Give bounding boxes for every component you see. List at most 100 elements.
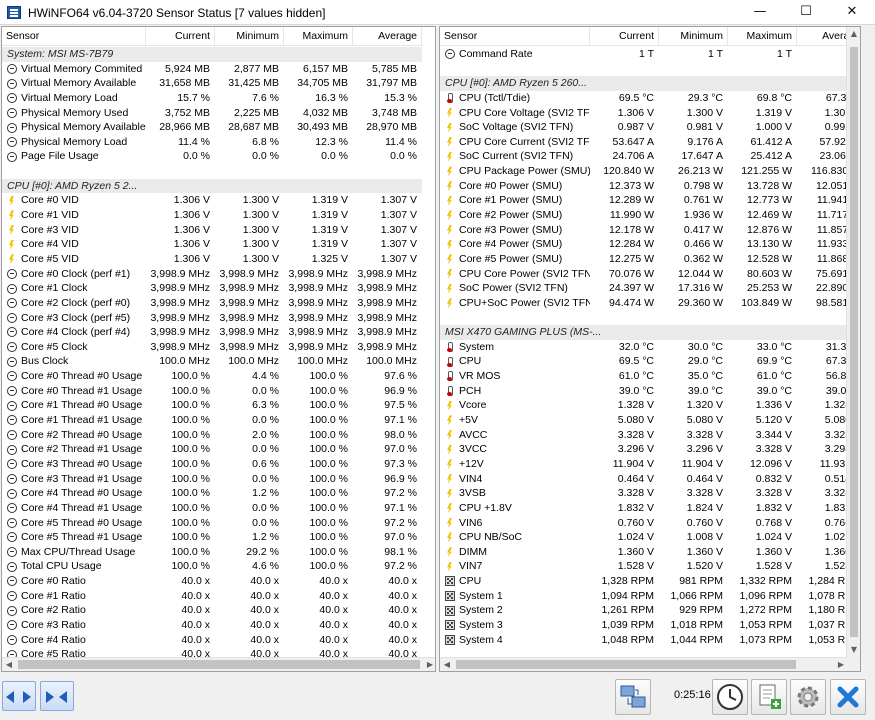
column-header-current[interactable]: Current [590,27,659,46]
sensor-row[interactable]: Core #2 Thread #0 Usage 100.0 % 2.0 % 100.0… [2,428,422,443]
scroll-left-arrow-icon[interactable]: ◀ [2,658,16,671]
settings-button[interactable] [790,679,826,715]
close-button[interactable]: ✕ [829,0,875,25]
sensor-row[interactable]: Core #2 Ratio 40.0 x 40.0 x 40.0 x 40.0 x [2,603,422,618]
sensor-row[interactable]: Core #3 Thread #0 Usage 100.0 % 0.6 % 100.0… [2,457,422,472]
sensor-row[interactable]: CPU Core Voltage (SVI2 TFN) 1.306 V 1.300 … [440,106,860,121]
sensor-row[interactable]: CPU Core Current (SVI2 TFN) 53.647 A 9.176… [440,135,860,150]
sensor-row[interactable]: Physical Memory Used 3,752 MB 2,225 MB 4,03… [2,106,422,121]
sensor-row[interactable]: Core #1 Thread #1 Usage 100.0 % 0.0 % 100.0… [2,413,422,428]
sensor-row[interactable]: Core #1 Clock 3,998.9 MHz 3,998.9 MHz 3,998… [2,281,422,296]
sensor-row[interactable]: Core #3 VID 1.306 V 1.300 V 1.319 V 1.307 V [2,223,422,238]
sensor-row[interactable]: Core #4 Ratio 40.0 x 40.0 x 40.0 x 40.0 x [2,633,422,648]
sensor-row[interactable]: Max CPU/Thread Usage 100.0 % 29.2 % 100.0 %… [2,545,422,560]
sensor-row[interactable]: System 2 1,261 RPM 929 RPM 1,272 RPM 1,180 R… [440,603,860,618]
reset-timer-button[interactable] [712,679,748,715]
sensor-row[interactable]: Physical Memory Load 11.4 % 6.8 % 12.3 % 11.… [2,135,422,150]
sensor-row[interactable]: CPU NB/SoC 1.024 V 1.008 V 1.024 V 1.021 V [440,530,860,545]
sensor-row[interactable]: Core #0 Thread #0 Usage 100.0 % 4.4 % 100.0… [2,369,422,384]
scroll-right-arrow-icon[interactable]: ▶ [834,658,848,671]
scroll-up-arrow-icon[interactable]: ▲ [847,27,860,41]
sensor-row[interactable]: System 1 1,094 RPM 1,066 RPM 1,096 RPM 1,078… [440,589,860,604]
sensor-row[interactable]: Core #5 Clock 3,998.9 MHz 3,998.9 MHz 3,998… [2,340,422,355]
sensor-row[interactable]: Core #2 Power (SMU) 11.990 W 1.936 W 12.469… [440,208,860,223]
sensor-row[interactable]: CPU Core Power (SVI2 TFN) 70.076 W 12.044 … [440,267,860,282]
sensor-row[interactable]: Core #5 VID 1.306 V 1.300 V 1.325 V 1.307 V [2,252,422,267]
sensor-row[interactable]: AVCC 3.328 V 3.328 V 3.344 V 3.328 V [440,428,860,443]
sensor-row[interactable]: Virtual Memory Commited 5,924 MB 2,877 MB 6… [2,62,422,77]
sensor-row[interactable]: Core #5 Thread #1 Usage 100.0 % 1.2 % 100.0… [2,530,422,545]
maximize-button[interactable]: ☐ [783,0,829,25]
sensor-row[interactable]: CPU+SoC Power (SVI2 TFN) 94.474 W 29.360 W… [440,296,860,311]
sensor-row[interactable]: Core #0 Thread #1 Usage 100.0 % 0.0 % 100.0… [2,384,422,399]
sensor-row[interactable]: SoC Current (SVI2 TFN) 24.706 A 17.647 A 25… [440,149,860,164]
right-vertical-scrollbar[interactable]: ▲ ▼ [846,27,860,671]
sensor-row[interactable]: System 4 1,048 RPM 1,044 RPM 1,073 RPM 1,053… [440,633,860,648]
sensor-row[interactable]: System 32.0 °C 30.0 °C 33.0 °C 31.3 °C [440,340,860,355]
sensor-row[interactable]: CPU 69.5 °C 29.0 °C 69.9 °C 67.3 °C [440,354,860,369]
sensor-row[interactable]: Core #3 Clock (perf #5) 3,998.9 MHz 3,998.… [2,311,422,326]
collapse-columns-button[interactable] [40,681,74,711]
sensor-row[interactable]: Core #1 Ratio 40.0 x 40.0 x 40.0 x 40.0 x [2,589,422,604]
right-hscroll-thumb[interactable] [456,660,796,669]
sensor-row[interactable]: CPU Package Power (SMU) 120.840 W 26.213 W… [440,164,860,179]
sensor-row[interactable]: +5V 5.080 V 5.080 V 5.120 V 5.080 V [440,413,860,428]
column-header-current[interactable]: Current [146,27,215,46]
sensor-row[interactable]: Core #3 Power (SMU) 12.178 W 0.417 W 12.876… [440,223,860,238]
sensor-row[interactable]: Core #2 Thread #1 Usage 100.0 % 0.0 % 100.0… [2,442,422,457]
left-sensor-pane[interactable]: Sensor Current Minimum Maximum Average Syste… [1,26,436,672]
sensor-row[interactable]: Virtual Memory Available 31,658 MB 31,425 … [2,76,422,91]
sensor-group-header[interactable]: System: MSI MS-7B79 [2,47,422,62]
sensor-row[interactable]: Core #0 Clock (perf #1) 3,998.9 MHz 3,998.… [2,267,422,282]
column-header-minimum[interactable]: Minimum [659,27,728,46]
sensor-row[interactable]: Command Rate 1 T 1 T 1 T [440,47,860,62]
column-header-maximum[interactable]: Maximum [284,27,353,46]
sensor-row[interactable]: Core #3 Ratio 40.0 x 40.0 x 40.0 x 40.0 x [2,618,422,633]
sensor-row[interactable]: System 3 1,039 RPM 1,018 RPM 1,053 RPM 1,037… [440,618,860,633]
close-sensors-button[interactable] [830,679,866,715]
sensor-row[interactable]: Virtual Memory Load 15.7 % 7.6 % 16.3 % 15.3… [2,91,422,106]
sensor-row[interactable]: PCH 39.0 °C 39.0 °C 39.0 °C 39.0 °C [440,384,860,399]
sensor-row[interactable]: Core #0 Ratio 40.0 x 40.0 x 40.0 x 40.0 x [2,574,422,589]
sensor-row[interactable]: Physical Memory Available 28,966 MB 28,687… [2,120,422,135]
logging-button[interactable] [751,679,787,715]
column-header-maximum[interactable]: Maximum [728,27,797,46]
sensor-row[interactable]: SoC Power (SVI2 TFN) 24.397 W 17.316 W 25.2… [440,281,860,296]
sensor-row[interactable]: Core #0 Power (SMU) 12.373 W 0.798 W 13.728… [440,179,860,194]
sensor-row[interactable]: Core #4 Clock (perf #4) 3,998.9 MHz 3,998.… [2,325,422,340]
scroll-left-arrow-icon[interactable]: ◀ [440,658,454,671]
left-hscroll-thumb[interactable] [18,660,420,669]
sensor-row[interactable]: VIN6 0.760 V 0.760 V 0.768 V 0.766 V [440,516,860,531]
sensor-row[interactable]: CPU +1.8V 1.832 V 1.824 V 1.832 V 1.832 V [440,501,860,516]
scroll-right-arrow-icon[interactable]: ▶ [423,658,435,671]
sensor-row[interactable]: VIN4 0.464 V 0.464 V 0.832 V 0.514 V [440,472,860,487]
sensor-row[interactable]: Core #0 VID 1.306 V 1.300 V 1.319 V 1.307 V [2,193,422,208]
sensor-row[interactable]: Core #4 VID 1.306 V 1.300 V 1.319 V 1.307 V [2,237,422,252]
sensor-row[interactable]: Bus Clock 100.0 MHz 100.0 MHz 100.0 MHz 100.… [2,354,422,369]
sensor-row[interactable]: 3VSB 3.328 V 3.328 V 3.328 V 3.328 V [440,486,860,501]
sensor-row[interactable]: Core #1 VID 1.306 V 1.300 V 1.319 V 1.307 V [2,208,422,223]
sensor-row[interactable]: Core #4 Thread #0 Usage 100.0 % 1.2 % 100.0… [2,486,422,501]
sensor-row[interactable]: Core #2 Clock (perf #0) 3,998.9 MHz 3,998.… [2,296,422,311]
sensor-row[interactable]: Vcore 1.328 V 1.320 V 1.336 V 1.328 V [440,398,860,413]
sensor-row[interactable]: SoC Voltage (SVI2 TFN) 0.987 V 0.981 V 1.00… [440,120,860,135]
sensor-group-header[interactable]: CPU [#0]: AMD Ryzen 5 260... [440,76,860,91]
sensor-row[interactable]: DIMM 1.360 V 1.360 V 1.360 V 1.360 V [440,545,860,560]
sensor-row[interactable]: Total CPU Usage 100.0 % 4.6 % 100.0 % 97.2 % [2,559,422,574]
column-header-average[interactable]: Average [353,27,422,46]
sensor-row[interactable]: +12V 11.904 V 11.904 V 12.096 V 11.931 V [440,457,860,472]
sensor-row[interactable]: Core #4 Power (SMU) 12.284 W 0.466 W 13.130… [440,237,860,252]
sensor-group-header[interactable]: MSI X470 GAMING PLUS (MS-... [440,325,860,340]
sensor-row[interactable]: Core #5 Power (SMU) 12.275 W 0.362 W 12.528… [440,252,860,267]
sensor-row[interactable]: Core #5 Thread #0 Usage 100.0 % 0.0 % 100.0… [2,516,422,531]
minimize-button[interactable]: — [737,0,783,25]
sensor-row[interactable]: VR MOS 61.0 °C 35.0 °C 61.0 °C 56.8 °C [440,369,860,384]
scroll-down-arrow-icon[interactable]: ▼ [847,643,860,657]
column-header-sensor[interactable]: Sensor [440,27,590,46]
sensor-row[interactable]: Core #1 Thread #0 Usage 100.0 % 6.3 % 100.0… [2,398,422,413]
column-header-sensor[interactable]: Sensor [2,27,146,46]
sensor-row[interactable]: CPU 1,328 RPM 981 RPM 1,332 RPM 1,284 RPM [440,574,860,589]
sensor-row[interactable]: 3VCC 3.296 V 3.296 V 3.328 V 3.298 V [440,442,860,457]
right-sensor-pane[interactable]: Sensor Current Minimum Maximum Average Comma… [439,26,861,672]
sensor-row[interactable]: Page File Usage 0.0 % 0.0 % 0.0 % 0.0 % [2,149,422,164]
